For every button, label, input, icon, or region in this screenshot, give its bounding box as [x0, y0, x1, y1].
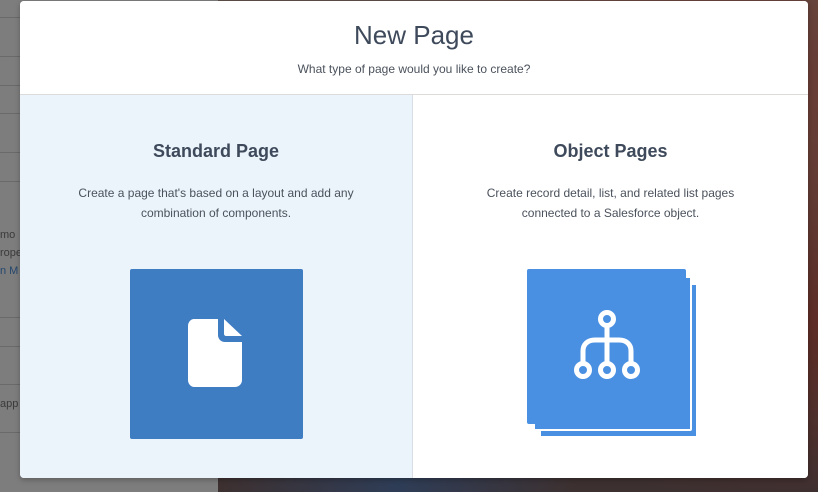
standard-page-tile[interactable]	[130, 269, 303, 439]
document-icon	[188, 319, 242, 387]
object-pages-description: Create record detail, list, and related …	[486, 186, 735, 220]
standard-page-description: Create a page that's based on a layout a…	[78, 186, 354, 220]
modal-title: New Page	[354, 20, 474, 50]
background-link: n M	[0, 265, 19, 277]
modal-subtitle: What type of page would you like to crea…	[297, 62, 531, 76]
hierarchy-icon	[574, 310, 640, 379]
standard-page-option[interactable]: Standard Page Create a page that's based…	[20, 95, 413, 478]
object-pages-title: Object Pages	[553, 141, 668, 161]
standard-page-title: Standard Page	[152, 141, 280, 161]
background-text: rope	[0, 247, 20, 259]
object-pages-tile[interactable]	[527, 269, 707, 441]
object-pages-option[interactable]: Object Pages Create record detail, list,…	[413, 95, 808, 478]
new-page-modal: New Page What type of page would you lik…	[20, 1, 808, 478]
background-text: mo	[0, 229, 16, 241]
background-text: app	[0, 398, 19, 410]
modal-header: New Page What type of page would you lik…	[20, 1, 808, 95]
